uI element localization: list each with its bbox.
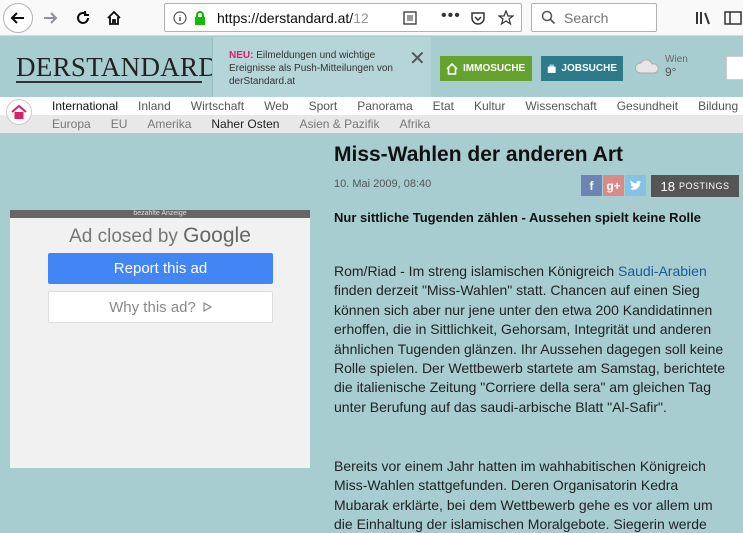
notice-body: Eilmeldungen und wichtige Ereignisse als… [229,50,393,87]
ad-closed-text: Ad closed by Google [10,224,310,248]
facebook-share-icon[interactable]: f [581,175,602,196]
search-icon [541,10,556,25]
subnav-item-amerika[interactable]: Amerika [147,117,191,131]
nav-item-panorama[interactable]: Panorama [357,99,412,113]
jobsuche-label: JOBSUCHE [561,63,617,74]
house-icon [446,62,458,75]
search-bar[interactable]: Search [531,3,657,32]
google-plus-share-icon[interactable]: g+ [603,175,624,196]
header-login-box[interactable] [726,56,743,80]
bird-icon [630,180,642,190]
close-icon[interactable]: ✕ [409,49,426,69]
article-paragraph: Rom/Riad - Im streng islamischen Königre… [334,262,734,417]
home-icon [11,104,27,119]
url-path: 12 [353,10,369,26]
push-notice: NEU: Eilmeldungen und wichtige Ereigniss… [212,37,431,97]
subnav-items: Europa EU Amerika Naher Osten Asien & Pazifi… [52,117,450,131]
site-header: DERSTANDARD NEU: Eilmeldungen und wichti… [0,37,743,97]
url-bar[interactable]: https://derstandard.at/12 ••• [164,3,522,32]
ad-slot: bezahlte Anzeige Ad closed by Google Rep… [10,210,310,468]
nav-item-international[interactable]: International [52,99,118,113]
search-placeholder: Search [564,10,609,26]
lock-icon [195,11,205,25]
article-headline: Miss-Wahlen der anderen Art [334,143,623,166]
url-text: https://derstandard.at/12 [217,10,369,26]
nav-item-wissenschaft[interactable]: Wissenschaft [525,99,596,113]
library-icon[interactable] [695,10,713,26]
logo-underline [16,81,202,83]
why-this-ad-button[interactable]: Why this ad? [48,291,273,323]
page-actions-icon[interactable]: ••• [441,7,461,25]
postings-count: 18 [660,178,675,194]
nav-home-button[interactable] [6,99,32,125]
sub-nav: Europa EU Amerika Naher Osten Asien & Pazifi… [0,115,743,133]
info-icon [173,11,187,25]
immosuche-label: IMMOSUCHE [463,63,526,74]
browser-toolbar: https://derstandard.at/12 ••• Search [0,0,743,36]
nav-item-gesundheit[interactable]: Gesundheit [617,99,678,113]
article-paragraph: Bereits vor einem Jahr hatten im wahhabi… [334,458,713,533]
play-triangle-icon [203,302,212,312]
arrow-right-icon [44,12,58,24]
saudi-arabia-link[interactable]: Saudi-Arabien [618,263,707,279]
nav-item-inland[interactable]: Inland [138,99,171,113]
briefcase-icon [547,64,556,73]
nav-items: International Inland Wirtschaft Web Sport Pan… [52,99,743,113]
pocket-icon[interactable] [470,11,486,25]
nav-item-sport[interactable]: Sport [309,99,338,113]
reader-view-icon[interactable] [403,11,417,25]
subnav-item-europa[interactable]: Europa [52,117,91,131]
nav-item-bildung[interactable]: Bildung [698,99,738,113]
back-button[interactable] [3,3,33,33]
bookmark-star-icon[interactable] [498,10,514,26]
jobsuche-button[interactable]: JOBSUCHE [541,56,623,81]
forward-button[interactable] [35,3,65,33]
cloud-icon [634,59,659,74]
immosuche-button[interactable]: IMMOSUCHE [440,56,532,81]
report-ad-button[interactable]: Report this ad [48,253,273,284]
paragraph-text: Rom/Riad - Im streng islamischen Königre… [334,263,618,279]
paragraph-text: finden derzeit "Miss-Wahlen" statt. Chan… [334,282,726,415]
twitter-share-icon[interactable] [625,175,646,196]
notice-new-label: NEU: [229,50,254,61]
subnav-item-asien-pazifik[interactable]: Asien & Pazifik [299,117,379,131]
reload-icon [77,11,89,24]
why-this-ad-label: Why this ad? [109,298,196,316]
sidebar-icon[interactable] [724,10,742,26]
main-nav: International Inland Wirtschaft Web Sport Pan… [0,97,743,125]
site-logo[interactable]: DERSTANDARD [16,52,218,83]
subnav-item-afrika[interactable]: Afrika [399,117,430,131]
ad-closed-prefix: Ad closed by [69,226,184,247]
subnav-item-eu[interactable]: EU [111,117,128,131]
nav-item-wirtschaft[interactable]: Wirtschaft [191,99,244,113]
nav-item-kultur[interactable]: Kultur [474,99,505,113]
article-date: 10. Mai 2009, 08:40 [334,178,432,190]
postings-button[interactable]: 18 POSTINGS [651,175,739,197]
arrow-left-icon [10,12,24,24]
subnav-item-naher-osten[interactable]: Naher Osten [211,117,279,131]
url-host: https://derstandard.at/ [217,10,354,26]
home-icon [107,10,121,25]
ad-label: bezahlte Anzeige [133,210,187,217]
nav-item-etat[interactable]: Etat [433,99,454,113]
home-button[interactable] [99,3,129,33]
article-lead: Nur sittliche Tugenden zählen - Aussehen… [334,210,701,225]
google-brand: Google [183,224,251,247]
push-notice-text[interactable]: NEU: Eilmeldungen und wichtige Ereigniss… [229,49,409,88]
weather-city: Wien [665,54,688,65]
reload-button[interactable] [68,3,98,33]
weather-temperature: 9° [665,65,677,79]
postings-label: POSTINGS [678,181,730,191]
article: Miss-Wahlen der anderen Art 10. Mai 2009… [334,137,743,532]
nav-item-web[interactable]: Web [264,99,288,113]
